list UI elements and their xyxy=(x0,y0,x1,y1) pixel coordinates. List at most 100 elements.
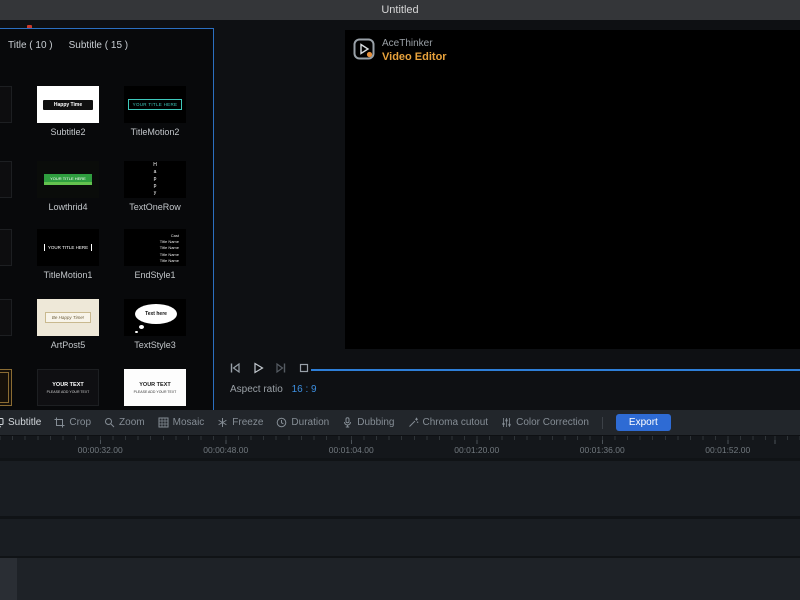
thumb-text: YOUR TITLE HERE xyxy=(44,174,92,185)
template-item-titlemotion2[interactable]: YOUR TITLE HERE TitleMotion2 xyxy=(124,86,186,137)
template-thumbnail: Happy Time xyxy=(37,86,99,123)
template-thumbnail: Be Happy Time! xyxy=(37,299,99,336)
template-item[interactable]: YOUR TEXT PLEASE ADD YOUR TEXT xyxy=(37,369,99,406)
transport-controls xyxy=(228,361,311,375)
overlay-track[interactable] xyxy=(0,519,800,556)
tool-mosaic[interactable]: Mosaic xyxy=(158,417,205,428)
timeline-ruler[interactable]: 00:00:16.00 00:00:32.00 00:00:48.00 00:0… xyxy=(0,436,800,458)
template-label: EndStyle1 xyxy=(124,270,186,280)
thumb-text: YOUR TEXT xyxy=(139,382,170,388)
window-title: Untitled xyxy=(381,4,418,16)
template-label: ArtPost5 xyxy=(37,340,99,350)
audio-track[interactable] xyxy=(0,558,800,600)
template-item-artpost5[interactable]: Be Happy Time! ArtPost5 xyxy=(37,299,99,350)
tool-label: Color Correction xyxy=(516,417,589,428)
template-thumbnail: YOUR TEXT PLEASE ADD YOUR TEXT xyxy=(124,369,186,406)
template-item-lowthrid4[interactable]: YOUR TITLE HERE Lowthrid4 xyxy=(37,161,99,212)
tool-subtitle[interactable]: Subtitle xyxy=(0,417,41,428)
thumb-text: Happy xyxy=(152,162,158,197)
thumb-text: YOUR TEXT xyxy=(52,382,83,388)
template-item[interactable] xyxy=(0,369,12,406)
tool-dubbing[interactable]: Dubbing xyxy=(342,417,394,428)
acethinker-logo-icon xyxy=(353,38,375,60)
stop-button[interactable] xyxy=(297,361,311,375)
thumb-text: YOUR TITLE HERE xyxy=(128,99,183,110)
template-item[interactable] xyxy=(0,299,12,336)
template-thumbnail: Text here xyxy=(124,299,186,336)
tool-color-correction[interactable]: Color Correction xyxy=(501,417,589,428)
template-item[interactable]: YOUR TEXT PLEASE ADD YOUR TEXT xyxy=(124,369,186,406)
template-label: TitleMotion2 xyxy=(124,127,186,137)
toolbar-separator xyxy=(602,417,603,429)
tab-subtitle[interactable]: Subtitle ( 15 ) xyxy=(69,40,128,51)
brand-product: Video Editor xyxy=(382,51,447,65)
thumb-subtext: PLEASE ADD YOUR TEXT xyxy=(47,390,90,394)
export-button[interactable]: Export xyxy=(616,414,671,431)
template-item-textstyle3[interactable]: Text here TextStyle3 xyxy=(124,299,186,350)
tool-label: Crop xyxy=(69,417,91,428)
tab-title[interactable]: Title ( 10 ) xyxy=(8,40,53,51)
ruler-minor-ticks xyxy=(0,436,800,440)
watermark: AceThinker Video Editor xyxy=(353,38,447,64)
tool-chroma-cutout[interactable]: Chroma cutout xyxy=(408,417,489,428)
cloud-bubble xyxy=(135,331,138,334)
template-label: TitleMotion1 xyxy=(37,270,99,280)
ruler-label: 00:00:32.00 xyxy=(38,445,164,455)
dubbing-icon xyxy=(342,417,353,428)
thumb-text: Happy Time xyxy=(43,100,94,110)
template-item[interactable] xyxy=(0,161,12,198)
template-thumbnail xyxy=(0,229,12,266)
template-thumbnail: YOUR TITLE HERE xyxy=(37,161,99,198)
template-item[interactable] xyxy=(0,86,12,123)
thumb-text: Be Happy Time! xyxy=(45,312,91,323)
tool-label: Subtitle xyxy=(8,417,41,428)
titlebar: Untitled xyxy=(0,0,800,20)
ruler-label: 00:00:48.00 xyxy=(163,445,289,455)
ruler-label: 00:01:04.00 xyxy=(289,445,415,455)
video-preview: AceThinker Video Editor xyxy=(345,30,800,349)
ruler-label: 00:01:36.00 xyxy=(540,445,666,455)
aspect-ratio-value[interactable]: 16 : 9 xyxy=(292,384,317,395)
timeline-tracks xyxy=(0,458,800,600)
zoom-icon xyxy=(104,417,115,428)
tool-freeze[interactable]: Freeze xyxy=(217,417,263,428)
thumb-subtext: PLEASE ADD YOUR TEXT xyxy=(134,390,177,394)
duration-icon xyxy=(276,417,287,428)
tool-label: Zoom xyxy=(119,417,145,428)
chroma-cutout-icon xyxy=(408,417,419,428)
template-thumbnail: YOUR TEXT PLEASE ADD YOUR TEXT xyxy=(37,369,99,406)
aspect-ratio-row: Aspect ratio 16 : 9 xyxy=(230,384,317,395)
seek-bar[interactable] xyxy=(311,369,800,371)
track-header xyxy=(0,558,17,600)
template-item-subtitle2[interactable]: Happy Time Subtitle2 xyxy=(37,86,99,137)
play-button[interactable] xyxy=(251,361,265,375)
tool-label: Chroma cutout xyxy=(423,417,489,428)
template-item-endstyle1[interactable]: Cast Title Name Title Name Title Name Ti… xyxy=(124,229,186,280)
app-window: Untitled Title ( 10 ) Subtitle ( 15 ) Ha… xyxy=(0,0,800,600)
video-track[interactable] xyxy=(0,461,800,516)
tool-duration[interactable]: Duration xyxy=(276,417,329,428)
edit-toolbar: Subtitle Crop Zoom Mosaic xyxy=(0,410,800,435)
tool-zoom[interactable]: Zoom xyxy=(104,417,145,428)
template-item-textonerow[interactable]: Happy TextOneRow xyxy=(124,161,186,212)
ruler-labels: 00:00:16.00 00:00:32.00 00:00:48.00 00:0… xyxy=(0,445,791,455)
aspect-ratio-label: Aspect ratio xyxy=(230,384,283,395)
ruler-label: 00:01:52.00 xyxy=(665,445,791,455)
subtitle-icon xyxy=(0,417,4,428)
template-thumbnail xyxy=(0,369,12,406)
mosaic-icon xyxy=(158,417,169,428)
color-correction-icon xyxy=(501,417,512,428)
template-label: Subtitle2 xyxy=(37,127,99,137)
crop-icon xyxy=(54,417,65,428)
previous-frame-button[interactable] xyxy=(228,361,242,375)
thumb-text: Text here xyxy=(135,304,177,324)
template-item-titlemotion1[interactable]: YOUR TITLE HERE TitleMotion1 xyxy=(37,229,99,280)
next-frame-button[interactable] xyxy=(274,361,288,375)
template-label: TextStyle3 xyxy=(124,340,186,350)
tool-crop[interactable]: Crop xyxy=(54,417,91,428)
template-item[interactable] xyxy=(0,229,12,266)
ruler-label: 00:01:20.00 xyxy=(414,445,540,455)
template-thumbnail: Happy xyxy=(124,161,186,198)
tool-label: Freeze xyxy=(232,417,263,428)
template-label: Lowthrid4 xyxy=(37,202,99,212)
